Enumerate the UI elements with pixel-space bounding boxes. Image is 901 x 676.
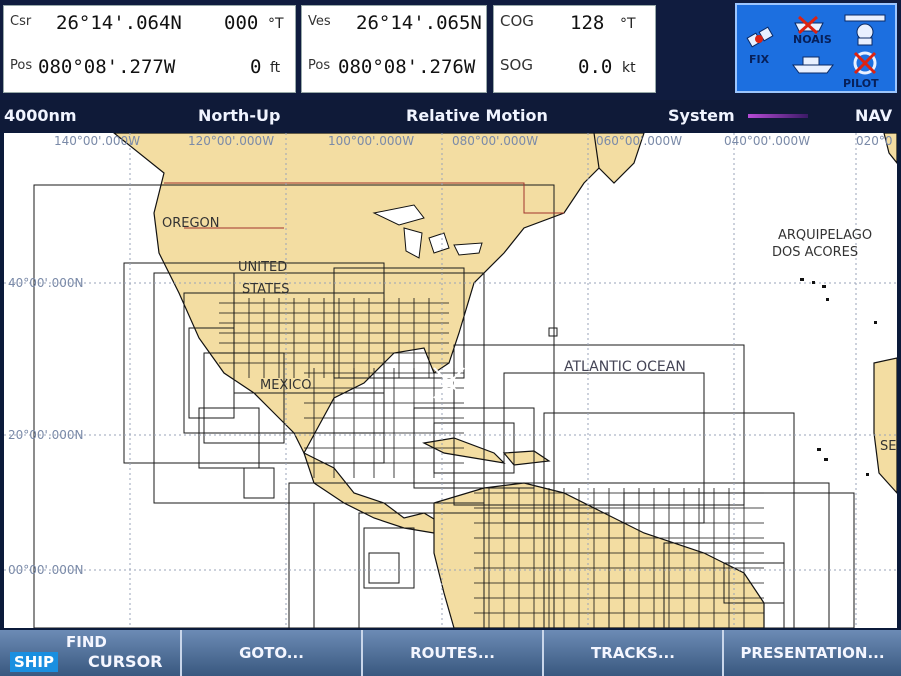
- latitude-labels: 40°00'.000N 20°00'.000N 00°00'.000N: [8, 276, 84, 577]
- lon-label-060w: 060°00'.000W: [596, 134, 682, 148]
- cursor-option[interactable]: CURSOR: [88, 652, 163, 671]
- goto-button[interactable]: GOTO...: [180, 630, 361, 676]
- system-indicator-bar: [748, 114, 808, 118]
- csr-label: Csr: [10, 14, 32, 29]
- cursor-depth: 0: [250, 56, 262, 78]
- cursor-lon-row: Pos 080°08'.277W 0 ft: [4, 50, 295, 94]
- vessel-lat-row: Ves 26°14'.065N: [302, 6, 486, 50]
- label-dos-acores: DOS ACORES: [772, 245, 858, 260]
- find-label: FIND: [66, 633, 107, 651]
- boat-icon[interactable]: [792, 56, 834, 74]
- label-states: STATES: [242, 282, 289, 297]
- chart-view[interactable]: 140°00'.000W 120°00'.000W 100°00'.000W 0…: [4, 133, 897, 628]
- vessel-latitude: 26°14'.065N: [356, 12, 482, 34]
- label-mexico: MEXICO: [260, 378, 311, 393]
- cog-label: COG: [500, 12, 534, 30]
- tracks-button[interactable]: TRACKS...: [542, 630, 722, 676]
- lon-label-020w: 020°0: [856, 134, 893, 148]
- vessel-panel[interactable]: Ves 26°14'.065N Pos 080°08'.276W: [301, 5, 487, 93]
- lon-label-040w: 040°00'.000W: [724, 134, 810, 148]
- bearing-unit: °T: [268, 16, 284, 32]
- gps-fix-icon[interactable]: [746, 26, 774, 48]
- vessel-lon-row: Pos 080°08'.276W: [302, 50, 486, 94]
- lon-label-080w: 080°00'.000W: [452, 134, 538, 148]
- pos-label: Pos: [10, 58, 33, 73]
- nautical-chart[interactable]: 140°00'.000W 120°00'.000W 100°00'.000W 0…: [4, 133, 897, 628]
- softkey-bar: SHIP FIND CURSOR GOTO... ROUTES... TRACK…: [0, 630, 901, 676]
- system-status[interactable]: System: [668, 106, 735, 125]
- autopilot-icon[interactable]: [853, 51, 877, 75]
- presentation-button[interactable]: PRESENTATION...: [722, 630, 901, 676]
- sog-unit: kt: [622, 60, 636, 76]
- status-bar: 4000nm North-Up Relative Motion System N…: [0, 100, 901, 132]
- lat-label-00n: 00°00'.000N: [8, 563, 84, 577]
- fix-label: FIX: [749, 53, 770, 66]
- orientation-mode[interactable]: North-Up: [198, 106, 280, 125]
- lat-label-20n: 20°00'.000N: [8, 428, 84, 442]
- lon-label-140w: 140°00'.000W: [54, 134, 140, 148]
- cog-row: COG 128 °T: [494, 6, 655, 50]
- cursor-panel[interactable]: Csr 26°14'.064N 000 °T Pos 080°08'.277W …: [3, 5, 296, 93]
- motion-panel[interactable]: COG 128 °T SOG 0.0 kt: [493, 5, 656, 93]
- lat-label-40n: 40°00'.000N: [8, 276, 84, 290]
- sog-label: SOG: [500, 56, 533, 74]
- cursor-latitude: 26°14'.064N: [56, 12, 182, 34]
- label-se: SE: [880, 439, 896, 454]
- ship-find-cursor-key[interactable]: SHIP FIND CURSOR: [0, 630, 180, 676]
- land-masses: [113, 133, 897, 628]
- cog-unit: °T: [620, 16, 636, 32]
- top-data-bar: Csr 26°14'.064N 000 °T Pos 080°08'.277W …: [0, 0, 901, 100]
- cursor-longitude: 080°08'.277W: [38, 56, 176, 78]
- island-markers: [800, 278, 877, 476]
- ais-ship-icon[interactable]: [794, 15, 824, 35]
- label-oregon: OREGON: [162, 216, 220, 231]
- label-arquipelago: ARQUIPELAGO: [778, 228, 872, 243]
- cog-value: 128: [570, 12, 605, 34]
- antenna-icon[interactable]: [844, 14, 886, 46]
- motion-mode[interactable]: Relative Motion: [406, 106, 548, 125]
- pilot-label: PILOT: [843, 77, 879, 90]
- status-icons-panel[interactable]: NOAIS FIX PILOT: [735, 3, 897, 93]
- lon-label-120w: 120°00'.000W: [188, 134, 274, 148]
- cursor-bearing: 000: [224, 12, 259, 34]
- lon-label-100w: 100°00'.000W: [328, 134, 414, 148]
- sog-value: 0.0: [578, 56, 613, 78]
- pos-label: Pos: [308, 58, 331, 73]
- cursor-lat-row: Csr 26°14'.064N 000 °T: [4, 6, 295, 50]
- vessel-longitude: 080°08'.276W: [338, 56, 476, 78]
- routes-button[interactable]: ROUTES...: [361, 630, 542, 676]
- label-united: UNITED: [238, 260, 287, 275]
- depth-unit: ft: [270, 60, 281, 76]
- sog-row: SOG 0.0 kt: [494, 50, 655, 94]
- ves-label: Ves: [308, 14, 331, 29]
- nav-mode[interactable]: NAV: [855, 106, 892, 125]
- noais-label: NOAIS: [793, 33, 832, 46]
- label-atlantic-ocean: ATLANTIC OCEAN: [564, 359, 686, 375]
- vessel-marker[interactable]: [433, 367, 465, 399]
- ship-option[interactable]: SHIP: [10, 652, 58, 672]
- range-indicator[interactable]: 4000nm: [4, 106, 77, 125]
